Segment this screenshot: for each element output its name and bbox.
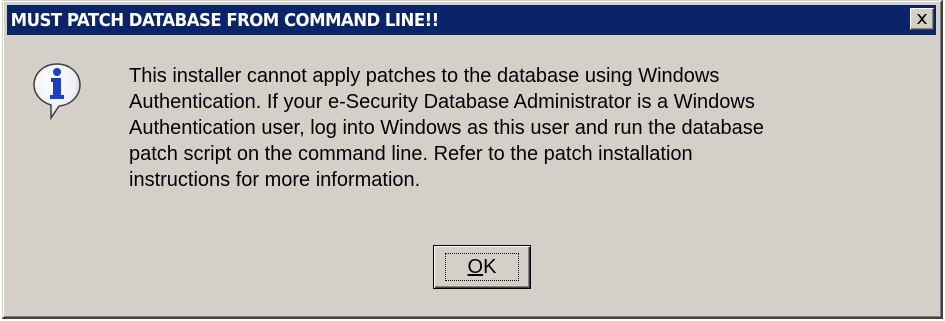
focus-rectangle: OK	[445, 253, 519, 281]
close-button[interactable]	[910, 8, 934, 30]
ok-button-label: OK	[467, 255, 497, 278]
dialog-title: MUST PATCH DATABASE FROM COMMAND LINE!!	[10, 9, 439, 31]
message-dialog: MUST PATCH DATABASE FROM COMMAND LINE!!	[2, 0, 943, 319]
title-bar[interactable]: MUST PATCH DATABASE FROM COMMAND LINE!!	[7, 5, 936, 35]
ok-button[interactable]: OK	[433, 245, 531, 289]
info-icon	[31, 61, 83, 121]
message-text: This installer cannot apply patches to t…	[129, 65, 764, 191]
close-icon	[916, 14, 928, 24]
